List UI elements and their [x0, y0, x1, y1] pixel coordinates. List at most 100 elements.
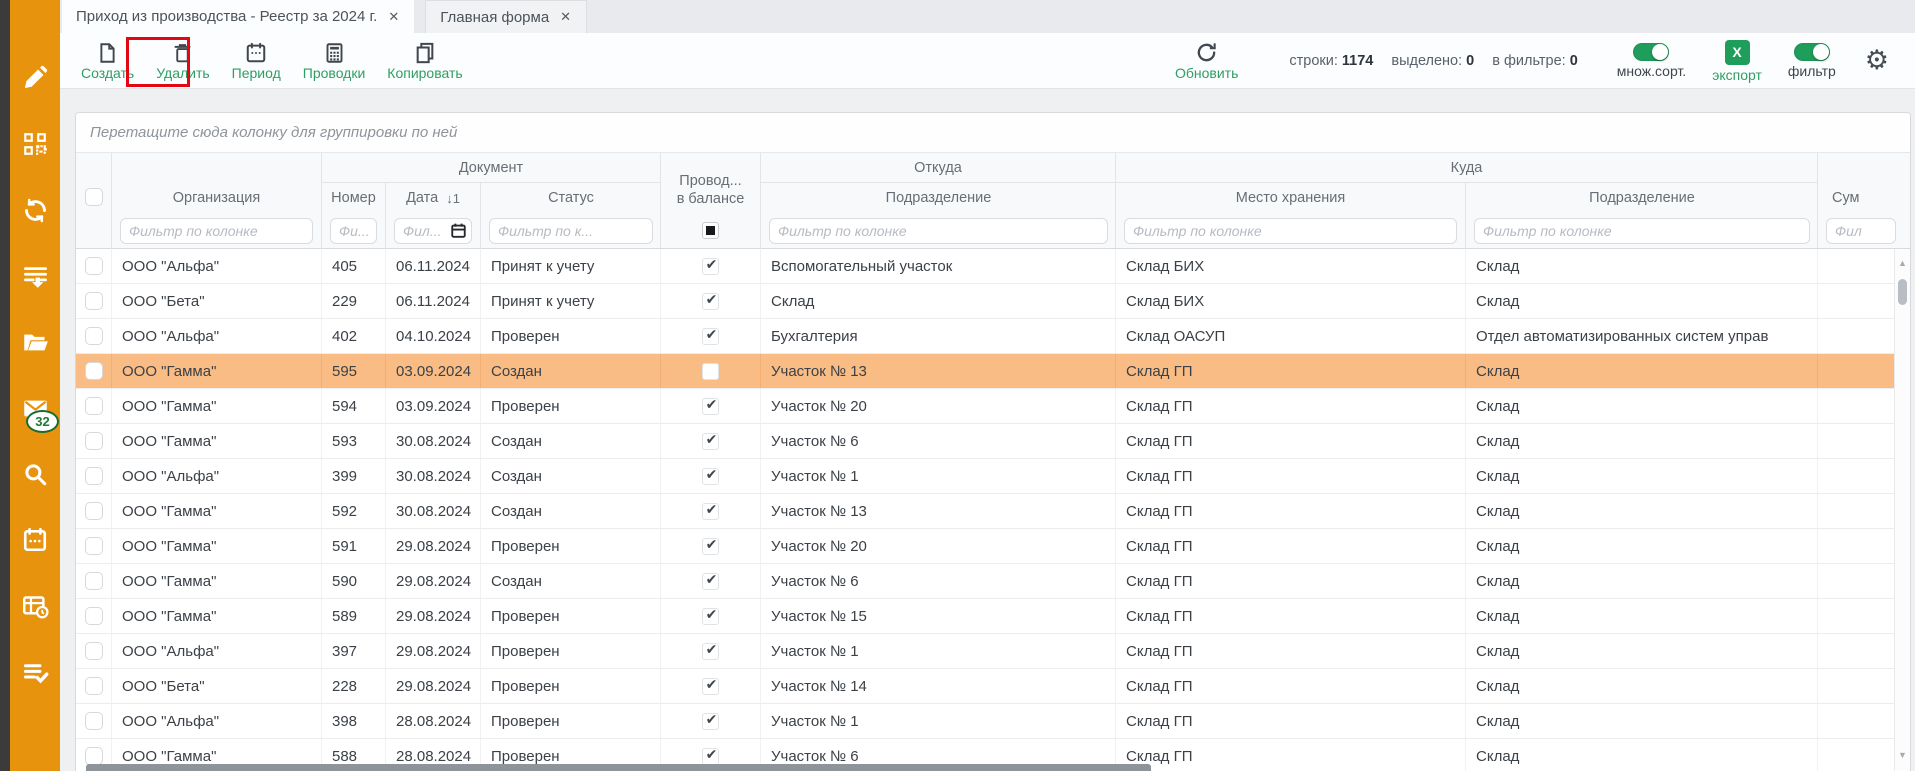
row-select-cell[interactable] — [76, 249, 112, 283]
column-number[interactable]: Номер — [322, 183, 386, 249]
row-checkbox[interactable] — [85, 257, 103, 275]
organization-filter-input[interactable] — [120, 218, 313, 244]
posted-checkbox[interactable]: ✔ — [702, 398, 719, 415]
filter-toggle[interactable]: фильтр — [1788, 43, 1836, 78]
delete-button[interactable]: Удалить — [145, 39, 220, 83]
posted-checkbox[interactable] — [702, 363, 719, 380]
posted-filter-checkbox[interactable] — [702, 222, 719, 239]
row-select-cell[interactable] — [76, 704, 112, 738]
column-status[interactable]: Статус — [481, 183, 661, 249]
folder-icon[interactable] — [10, 320, 60, 364]
group-by-dropzone[interactable]: Перетащите сюда колонку для группировки … — [76, 113, 1910, 153]
posted-checkbox[interactable]: ✔ — [702, 573, 719, 590]
calendar-icon[interactable] — [10, 518, 60, 562]
column-storage[interactable]: Место хранения — [1116, 183, 1466, 249]
posted-checkbox[interactable]: ✔ — [702, 643, 719, 660]
table-row[interactable]: ООО "Альфа" 405 06.11.2024 Принят к учет… — [76, 249, 1910, 284]
row-checkbox[interactable] — [85, 712, 103, 730]
sync-icon[interactable] — [10, 188, 60, 232]
row-select-cell[interactable] — [76, 354, 112, 388]
row-checkbox[interactable] — [85, 502, 103, 520]
row-checkbox[interactable] — [85, 677, 103, 695]
toggle-on-icon[interactable] — [1794, 43, 1830, 61]
table-row[interactable]: ООО "Гамма" 595 03.09.2024 Создан Участо… — [76, 354, 1910, 389]
edit-icon[interactable] — [10, 56, 60, 100]
row-checkbox[interactable] — [85, 327, 103, 345]
period-button[interactable]: Период — [221, 39, 292, 83]
status-filter-input[interactable] — [489, 218, 653, 244]
posted-checkbox[interactable]: ✔ — [702, 608, 719, 625]
row-select-cell[interactable] — [76, 389, 112, 423]
multi-sort-toggle[interactable]: множ.сорт. — [1617, 43, 1686, 78]
row-select-cell[interactable] — [76, 424, 112, 458]
table-row[interactable]: ООО "Бета" 228 29.08.2024 Проверен ✔ Уча… — [76, 669, 1910, 704]
posted-checkbox[interactable]: ✔ — [702, 258, 719, 275]
row-select-cell[interactable] — [76, 529, 112, 563]
create-button[interactable]: Создать — [70, 39, 145, 83]
copy-button[interactable]: Копировать — [376, 39, 473, 83]
table-row[interactable]: ООО "Бета" 229 06.11.2024 Принят к учету… — [76, 284, 1910, 319]
scroll-down-icon[interactable]: ▼ — [1895, 749, 1910, 761]
row-checkbox[interactable] — [85, 467, 103, 485]
scroll-up-icon[interactable]: ▲ — [1895, 257, 1910, 269]
vertical-scrollbar-thumb[interactable] — [1898, 279, 1907, 305]
table-row[interactable]: ООО "Альфа" 399 30.08.2024 Создан ✔ Учас… — [76, 459, 1910, 494]
storage-filter-input[interactable] — [1124, 218, 1457, 244]
table-row[interactable]: ООО "Альфа" 397 29.08.2024 Проверен ✔ Уч… — [76, 634, 1910, 669]
row-checkbox[interactable] — [85, 642, 103, 660]
to-division-filter-input[interactable] — [1474, 218, 1810, 244]
row-select-cell[interactable] — [76, 564, 112, 598]
table-row[interactable]: ООО "Гамма" 589 29.08.2024 Проверен ✔ Уч… — [76, 599, 1910, 634]
posted-checkbox[interactable]: ✔ — [702, 538, 719, 555]
tab-registry-2024[interactable]: Приход из производства - Реестр за 2024 … — [62, 0, 414, 33]
table-row[interactable]: ООО "Гамма" 590 29.08.2024 Создан ✔ Учас… — [76, 564, 1910, 599]
column-posted[interactable]: Провод... в балансе — [661, 153, 761, 249]
column-from-division[interactable]: Подразделение — [761, 183, 1116, 249]
search-icon[interactable] — [10, 452, 60, 496]
gear-icon[interactable]: ⚙ — [1865, 47, 1889, 74]
table-row[interactable]: ООО "Гамма" 591 29.08.2024 Проверен ✔ Уч… — [76, 529, 1910, 564]
vertical-scrollbar[interactable]: ▲ ▼ — [1894, 249, 1910, 771]
refresh-button[interactable]: Обновить — [1164, 38, 1249, 83]
table-row[interactable]: ООО "Гамма" 594 03.09.2024 Проверен ✔ Уч… — [76, 389, 1910, 424]
horizontal-scrollbar-thumb[interactable] — [86, 764, 1151, 771]
table-row[interactable]: ООО "Гамма" 592 30.08.2024 Создан ✔ Учас… — [76, 494, 1910, 529]
row-checkbox[interactable] — [85, 572, 103, 590]
tasks-checklist-icon[interactable] — [10, 650, 60, 694]
table-row[interactable]: ООО "Альфа" 402 04.10.2024 Проверен ✔ Бу… — [76, 319, 1910, 354]
row-select-cell[interactable] — [76, 634, 112, 668]
row-checkbox[interactable] — [85, 397, 103, 415]
posted-checkbox[interactable]: ✔ — [702, 468, 719, 485]
posted-checkbox[interactable]: ✔ — [702, 503, 719, 520]
row-checkbox[interactable] — [85, 432, 103, 450]
postings-button[interactable]: Проводки — [292, 39, 377, 83]
column-sum[interactable]: Сум — [1818, 153, 1911, 249]
from-division-filter-input[interactable] — [769, 218, 1108, 244]
sum-filter-input[interactable] — [1826, 218, 1896, 244]
excel-icon[interactable]: X — [1725, 40, 1750, 65]
toggle-on-icon[interactable] — [1633, 43, 1669, 61]
posted-checkbox[interactable]: ✔ — [702, 433, 719, 450]
row-select-cell[interactable] — [76, 599, 112, 633]
row-checkbox[interactable] — [85, 362, 103, 380]
row-select-cell[interactable] — [76, 284, 112, 318]
date-picker-icon[interactable] — [451, 223, 466, 238]
tab-main-form[interactable]: Главная форма ✕ — [425, 0, 587, 33]
row-checkbox[interactable] — [85, 537, 103, 555]
row-checkbox[interactable] — [85, 747, 103, 765]
row-select-cell[interactable] — [76, 494, 112, 528]
column-to-division[interactable]: Подразделение — [1466, 183, 1818, 249]
close-icon[interactable]: ✕ — [387, 9, 400, 25]
posted-checkbox[interactable]: ✔ — [702, 328, 719, 345]
row-checkbox[interactable] — [85, 607, 103, 625]
posted-checkbox[interactable]: ✔ — [702, 748, 719, 765]
row-select-cell[interactable] — [76, 319, 112, 353]
number-filter-input[interactable] — [330, 218, 377, 244]
row-select-cell[interactable] — [76, 459, 112, 493]
posted-checkbox[interactable]: ✔ — [702, 713, 719, 730]
report-table-icon[interactable] — [10, 584, 60, 628]
export-button[interactable]: X экспорт — [1712, 40, 1762, 82]
table-row[interactable]: ООО "Альфа" 398 28.08.2024 Проверен ✔ Уч… — [76, 704, 1910, 739]
close-icon[interactable]: ✕ — [559, 9, 572, 25]
column-organization[interactable]: Организация — [112, 153, 322, 249]
